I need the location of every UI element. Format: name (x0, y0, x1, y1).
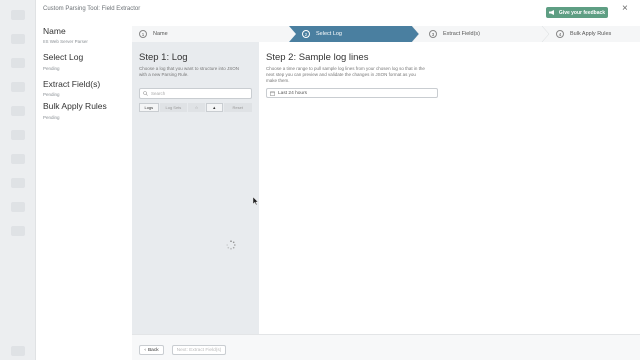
log-selection-panel: Step 1: Log Choose a log that you want t… (132, 42, 259, 334)
tab-log-sets[interactable]: Log Sets (159, 103, 188, 112)
step2-desc-line: make them. (266, 78, 290, 83)
name-value: IIS Web Server Parser (43, 39, 88, 44)
reset-button[interactable]: Reset (223, 103, 252, 112)
time-range-value: Last 24 hours (278, 90, 308, 96)
back-button[interactable]: ‹ Back (139, 345, 164, 355)
step-bulk-apply[interactable]: 4 Bulk Apply Rules (556, 26, 611, 42)
summary-panel: Name IIS Web Server Parser Select Log Pe… (36, 22, 132, 360)
sort-icon[interactable]: ▲ (205, 103, 223, 112)
bulk-apply-status: Pending (43, 115, 60, 120)
field-extractor-modal: Custom Parsing Tool: Field Extractor Giv… (36, 0, 640, 360)
mouse-cursor-icon (253, 197, 259, 206)
wizard-steps: 1 Name 2 Select Log 3 Extract Field(s) 4… (132, 26, 640, 42)
feedback-label: Give your feedback (558, 9, 606, 16)
select-log-heading: Select Log (43, 52, 84, 62)
step1-heading: Step 1: Log (139, 52, 188, 63)
next-extract-fields-button[interactable]: Next: Extract Field(s) (172, 345, 226, 355)
favorites-icon[interactable]: ☆ (188, 103, 205, 112)
sample-lines-panel: Step 2: Sample log lines Choose a time r… (259, 42, 640, 334)
nav-icon[interactable] (11, 154, 25, 164)
chevron-left-icon: ‹ (144, 347, 146, 353)
back-label: Back (147, 347, 159, 353)
extract-fields-status: Pending (43, 92, 60, 97)
menu-icon[interactable] (11, 10, 25, 20)
search-placeholder: Search (151, 91, 166, 96)
step1-description: Choose a log that you want to structure … (139, 66, 254, 78)
nav-icon[interactable] (11, 130, 25, 140)
nav-icon[interactable] (11, 178, 25, 188)
step2-heading: Step 2: Sample log lines (266, 52, 369, 63)
megaphone-icon (548, 10, 554, 15)
modal-footer: ‹ Back Next: Extract Field(s) (132, 334, 640, 360)
app-side-rail (0, 0, 36, 360)
nav-icon[interactable] (11, 82, 25, 92)
loading-spinner-icon (226, 240, 236, 250)
nav-icon[interactable] (11, 106, 25, 116)
tab-logs[interactable]: Logs (139, 103, 159, 112)
step1-desc-line: with a new Parsing Rule. (139, 72, 189, 77)
step-number: 1 (139, 30, 147, 38)
search-icon (143, 91, 148, 96)
log-filter-tabs: Logs Log Sets ☆ ▲ Reset (139, 103, 252, 112)
step-extract-fields[interactable]: 3 Extract Field(s) (429, 26, 480, 42)
nav-icon[interactable] (11, 226, 25, 236)
feedback-button[interactable]: Give your feedback (546, 7, 608, 18)
step-label: Extract Field(s) (443, 31, 480, 37)
nav-icon[interactable] (11, 202, 25, 212)
step-name[interactable]: 1 Name (139, 26, 168, 42)
modal-header: Custom Parsing Tool: Field Extractor Giv… (36, 0, 640, 22)
step-number: 4 (556, 30, 564, 38)
step-number: 2 (302, 30, 310, 38)
modal-title: Custom Parsing Tool: Field Extractor (43, 6, 141, 12)
step2-description: Choose a time range to pull sample log l… (266, 66, 446, 84)
log-search-input[interactable]: Search (139, 88, 252, 99)
close-icon[interactable]: × (622, 3, 628, 14)
step-label: Bulk Apply Rules (570, 31, 612, 37)
time-range-select[interactable]: Last 24 hours (266, 88, 438, 98)
step-label: Name (153, 31, 168, 37)
name-heading: Name (43, 26, 66, 36)
select-log-status: Pending (43, 66, 60, 71)
bulk-apply-heading: Bulk Apply Rules (43, 101, 107, 111)
step-select-log[interactable]: 2 Select Log (302, 26, 342, 42)
help-icon[interactable] (11, 346, 25, 356)
nav-icon[interactable] (11, 58, 25, 68)
step-label: Select Log (316, 31, 342, 37)
step-number: 3 (429, 30, 437, 38)
nav-icon[interactable] (11, 34, 25, 44)
calendar-icon (270, 91, 275, 96)
extract-fields-heading: Extract Field(s) (43, 79, 101, 89)
